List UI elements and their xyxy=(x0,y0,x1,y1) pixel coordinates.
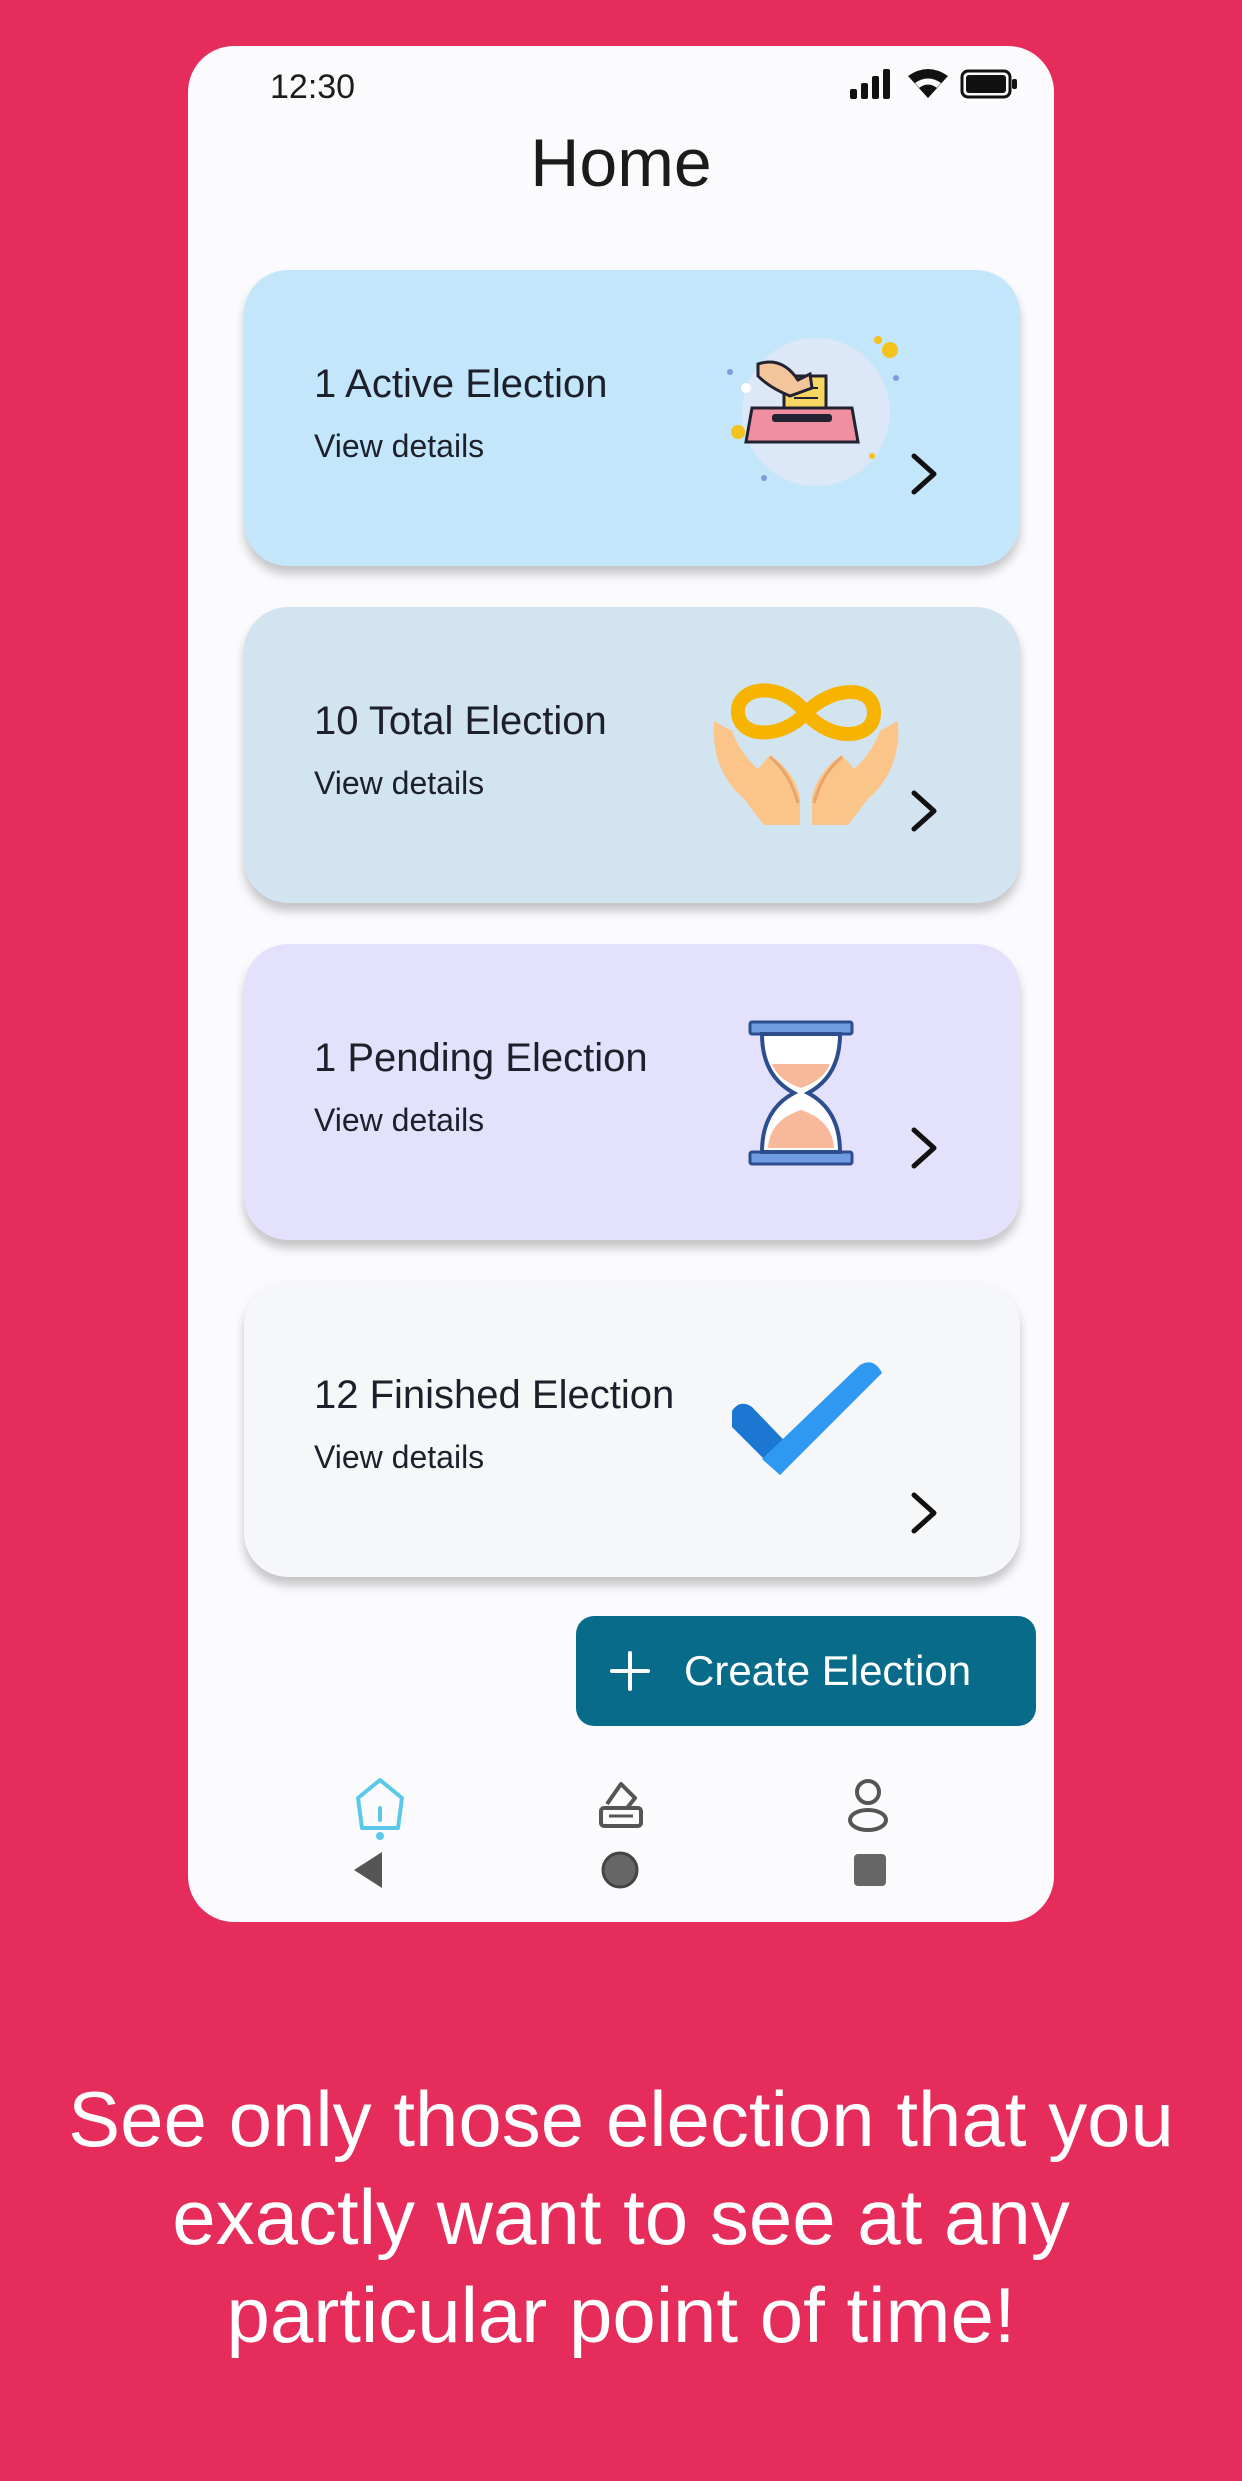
nav-home[interactable] xyxy=(352,1776,408,1845)
system-back[interactable] xyxy=(350,1850,386,1895)
chevron-right-icon xyxy=(911,790,937,832)
create-election-label: Create Election xyxy=(684,1647,972,1694)
system-nav xyxy=(188,1848,1054,1896)
infinity-hands-icon xyxy=(713,683,899,825)
chevron-right-icon xyxy=(911,453,937,495)
hourglass-icon xyxy=(748,1020,854,1166)
ballot-box-icon xyxy=(727,336,899,486)
create-election-button[interactable]: Create Election xyxy=(576,1616,1036,1726)
view-details-link[interactable]: View details xyxy=(314,765,484,802)
bottom-nav xyxy=(188,1776,1054,1846)
system-home[interactable] xyxy=(600,1850,640,1895)
status-time: 12:30 xyxy=(270,68,356,106)
chevron-right-icon xyxy=(911,1492,937,1534)
card-title: 10 Total Election xyxy=(314,699,607,743)
plus-icon xyxy=(610,1651,650,1691)
profile-icon xyxy=(848,1779,888,1832)
view-details-link[interactable]: View details xyxy=(314,1439,484,1476)
home-circle-icon xyxy=(601,1851,639,1889)
signal-icon xyxy=(850,69,890,99)
promo-caption: See only those election that you exactly… xyxy=(68,2075,1174,2359)
chevron-right-icon xyxy=(911,1127,937,1169)
recents-icon xyxy=(854,1854,886,1886)
view-details-link[interactable]: View details xyxy=(314,428,484,465)
pending-election-card[interactable]: 1 Pending Election View details xyxy=(244,944,1020,1240)
nav-vote[interactable] xyxy=(593,1776,649,1837)
view-details-link[interactable]: View details xyxy=(314,1102,484,1139)
phone-screen: 12:30 Home 1 Active Election View detail… xyxy=(188,46,1054,1922)
checkmark-icon xyxy=(732,1362,882,1475)
system-recents[interactable] xyxy=(852,1852,888,1893)
vote-icon xyxy=(599,1782,643,1828)
nav-profile[interactable] xyxy=(840,1776,896,1837)
status-icons xyxy=(850,68,1018,100)
card-title: 1 Active Election xyxy=(314,362,608,406)
active-election-card[interactable]: 1 Active Election View details xyxy=(244,270,1020,566)
total-election-card[interactable]: 10 Total Election View details xyxy=(244,607,1020,903)
page-title: Home xyxy=(530,125,712,201)
wifi-icon xyxy=(908,69,948,98)
card-title: 1 Pending Election xyxy=(314,1036,648,1080)
finished-election-card[interactable]: 12 Finished Election View details xyxy=(244,1281,1020,1577)
battery-icon xyxy=(960,69,1017,99)
back-icon xyxy=(354,1852,382,1888)
card-title: 12 Finished Election xyxy=(314,1373,675,1417)
home-icon xyxy=(356,1778,404,1840)
